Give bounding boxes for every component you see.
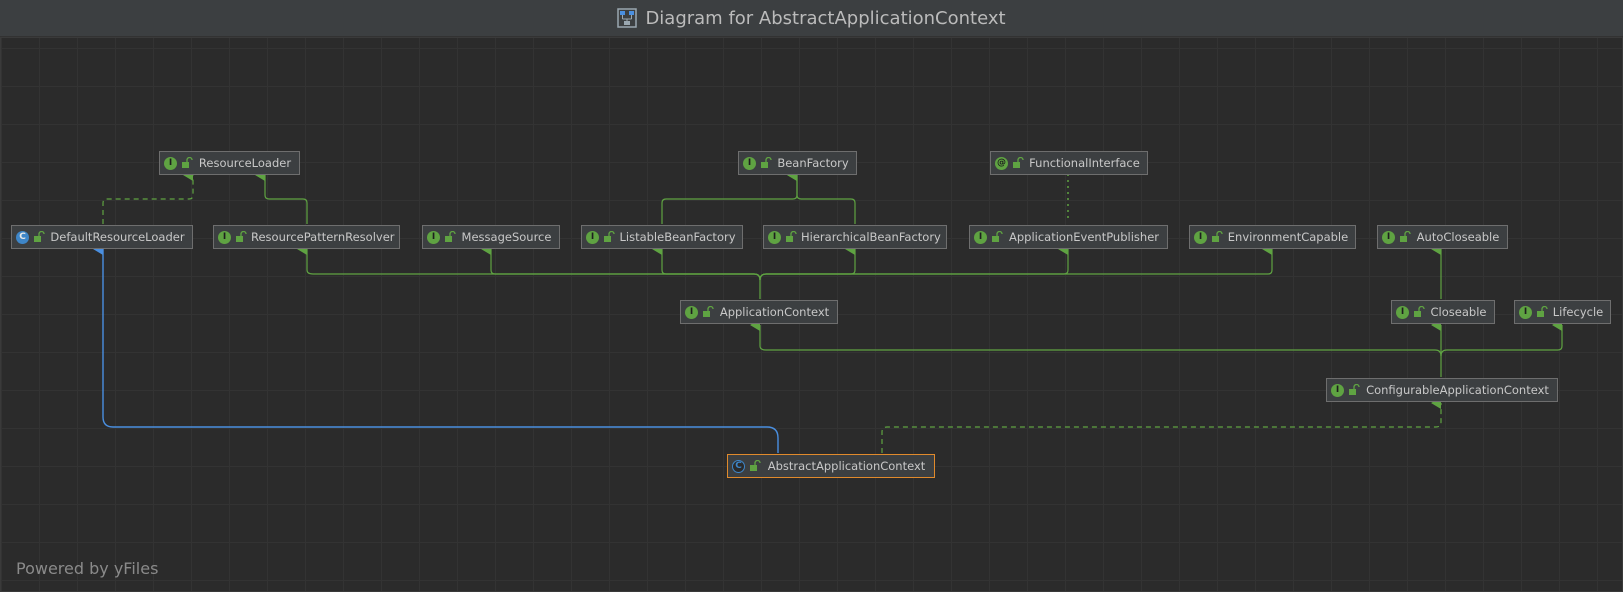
lock-open-icon	[992, 231, 1003, 242]
node-resource-pattern-resolver[interactable]: I ResourcePatternResolver	[213, 225, 400, 249]
lock-open-icon	[1414, 306, 1425, 317]
node-label: Lifecycle	[1552, 305, 1604, 319]
interface-icon: I	[685, 305, 698, 319]
class-icon: C	[16, 230, 29, 244]
abstract-class-icon: C	[732, 459, 745, 473]
edge-applicationcontext-environmentcapable	[759, 243, 1273, 281]
lock-open-icon	[604, 231, 615, 242]
node-label: ResourcePatternResolver	[251, 230, 395, 244]
interface-icon: I	[1396, 305, 1409, 319]
powered-by-label: Powered by yFiles	[16, 559, 159, 578]
interface-icon: I	[1519, 305, 1532, 319]
node-label: ApplicationEventPublisher	[1009, 230, 1159, 244]
node-auto-closeable[interactable]: I AutoCloseable	[1377, 225, 1508, 249]
edge-applicationcontext-listablebeanfactory	[652, 243, 761, 281]
edge-abstract-configurable	[881, 397, 1442, 453]
interface-icon: I	[1382, 230, 1395, 244]
lock-open-icon	[1212, 231, 1223, 242]
lock-open-icon	[1400, 231, 1411, 242]
node-functional-interface[interactable]: @ FunctionalInterface	[990, 151, 1148, 175]
edge-hierarchicalbeanfactory-beanfactory	[787, 169, 856, 224]
node-environment-capable[interactable]: I EnvironmentCapable	[1189, 225, 1356, 249]
node-label: ResourceLoader	[198, 156, 292, 170]
lock-open-icon	[786, 231, 797, 242]
interface-icon: I	[427, 230, 440, 244]
node-label: HierarchicalBeanFactory	[801, 230, 941, 244]
node-label: ListableBeanFactory	[619, 230, 736, 244]
edge-applicationcontext-applicationeventpublisher	[759, 243, 1069, 281]
edge-defaultresourceloader-resourceloader	[102, 169, 194, 224]
node-label: ConfigurableApplicationContext	[1366, 383, 1549, 397]
interface-icon: I	[586, 230, 599, 244]
node-resource-loader[interactable]: I ResourceLoader	[159, 151, 300, 175]
edge-resourcepatternresolver-resourceloader	[255, 169, 308, 224]
edge-configurable-applicationcontext	[750, 319, 1442, 377]
lock-open-icon	[1537, 306, 1548, 317]
node-listable-bean-factory[interactable]: I ListableBeanFactory	[581, 225, 743, 249]
lock-open-icon	[1349, 384, 1360, 395]
node-label: BeanFactory	[777, 156, 849, 170]
node-closeable[interactable]: I Closeable	[1391, 300, 1495, 324]
node-label: EnvironmentCapable	[1227, 230, 1349, 244]
interface-icon: I	[974, 230, 987, 244]
node-label: Closeable	[1430, 305, 1487, 319]
edge-applicationcontext-messagesource	[481, 243, 761, 281]
annotation-icon: @	[995, 156, 1008, 170]
interface-icon: I	[218, 230, 231, 244]
edge-abstract-defaultresourceloader	[93, 243, 779, 453]
node-label: ApplicationContext	[719, 305, 830, 319]
edge-listablebeanfactory-beanfactory	[661, 169, 798, 224]
node-configurable-application-context[interactable]: I ConfigurableApplicationContext	[1326, 378, 1558, 402]
node-bean-factory[interactable]: I BeanFactory	[738, 151, 857, 175]
node-label: AbstractApplicationContext	[767, 459, 926, 473]
lock-open-icon	[703, 306, 714, 317]
node-label: FunctionalInterface	[1029, 156, 1140, 170]
node-message-source[interactable]: I MessageSource	[422, 225, 560, 249]
edge-configurable-lifecycle	[1440, 319, 1563, 357]
interface-icon: I	[768, 230, 781, 244]
edge-applicationcontext-hierarchicalbeanfactory	[759, 243, 856, 281]
lock-open-icon	[750, 460, 761, 471]
node-label: MessageSource	[461, 230, 552, 244]
node-lifecycle[interactable]: I Lifecycle	[1514, 300, 1611, 324]
node-default-resource-loader[interactable]: C DefaultResourceLoader	[11, 225, 193, 249]
lock-open-icon	[34, 231, 45, 242]
node-hierarchical-bean-factory[interactable]: I HierarchicalBeanFactory	[763, 225, 947, 249]
lock-open-icon	[761, 157, 772, 168]
interface-icon: I	[1194, 230, 1207, 244]
node-application-event-publisher[interactable]: I ApplicationEventPublisher	[969, 225, 1168, 249]
node-label: AutoCloseable	[1416, 230, 1500, 244]
interface-icon: I	[743, 156, 756, 170]
node-label: DefaultResourceLoader	[50, 230, 185, 244]
node-application-context[interactable]: I ApplicationContext	[680, 300, 838, 324]
lock-open-icon	[1013, 157, 1024, 168]
interface-icon: I	[1331, 383, 1344, 397]
diagram-edges	[93, 169, 1563, 453]
node-abstract-application-context[interactable]: C AbstractApplicationContext	[727, 454, 935, 478]
lock-open-icon	[445, 231, 456, 242]
lock-open-icon	[182, 157, 193, 168]
lock-open-icon	[236, 231, 247, 242]
interface-icon: I	[164, 156, 177, 170]
